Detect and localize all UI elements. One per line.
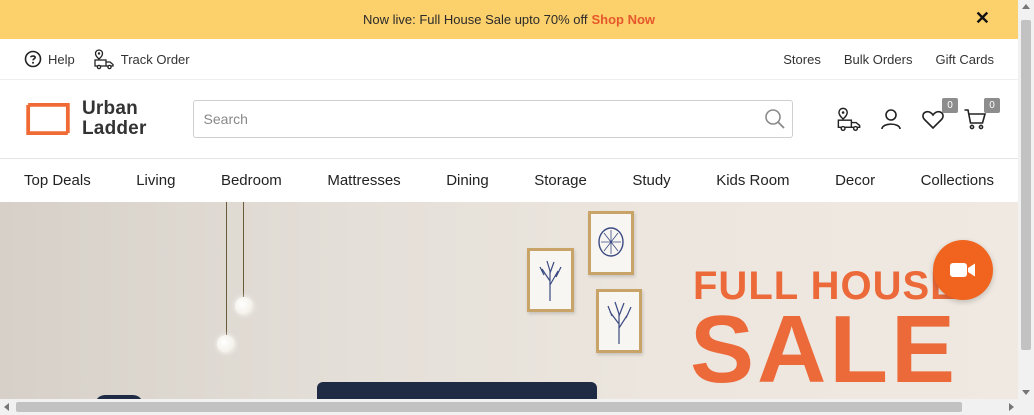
search-icon	[764, 109, 785, 129]
sofa	[317, 382, 597, 399]
cart-button[interactable]: 0	[962, 98, 1000, 132]
nav-item-decor[interactable]: Decor	[835, 172, 875, 189]
logo-mark-icon	[26, 102, 70, 136]
promo-bar: Now live: Full House Sale upto 70% off S…	[0, 0, 1018, 39]
horizontal-scroll-thumb[interactable]	[16, 402, 962, 412]
pendant-bulb	[217, 335, 235, 353]
utility-left: Help Track Order	[24, 48, 190, 70]
shop-now-link[interactable]: Shop Now	[591, 12, 655, 27]
help-link[interactable]: Help	[24, 50, 75, 68]
nav-item-living[interactable]: Living	[136, 172, 175, 189]
cart-count-badge: 0	[984, 98, 1000, 113]
vertical-scrollbar[interactable]	[1018, 0, 1034, 399]
track-order-button[interactable]	[836, 106, 862, 132]
coral-art-icon	[607, 301, 632, 344]
nav-item-bedroom[interactable]: Bedroom	[221, 172, 282, 189]
delivery-truck-icon	[94, 49, 114, 70]
search-input[interactable]	[193, 101, 758, 137]
nav-item-kids-room[interactable]: Kids Room	[716, 172, 789, 189]
vertical-scroll-thumb[interactable]	[1021, 20, 1031, 350]
horizontal-scrollbar[interactable]	[0, 399, 1034, 415]
search-button[interactable]	[758, 101, 792, 137]
wall-art-frame	[596, 289, 642, 353]
video-camera-icon	[950, 263, 975, 277]
category-nav: Top Deals Living Bedroom Mattresses Dini…	[0, 159, 1018, 202]
nav-item-dining[interactable]: Dining	[446, 172, 489, 189]
pendant-cord	[226, 202, 227, 337]
wishlist-button[interactable]: 0	[920, 98, 958, 132]
bulk-orders-link[interactable]: Bulk Orders	[844, 52, 913, 67]
nav-item-collections[interactable]: Collections	[921, 172, 994, 189]
pendant-bulb	[235, 297, 253, 315]
account-button[interactable]	[878, 106, 904, 132]
wall-art-frame	[527, 248, 574, 312]
utility-right: Stores Bulk Orders Gift Cards	[783, 52, 994, 67]
close-promo-button[interactable]: ✕	[975, 9, 990, 27]
header-icons: 0 0	[836, 98, 1000, 132]
logo-line-1: Urban	[82, 98, 138, 119]
video-call-button[interactable]	[933, 240, 993, 300]
promo-text: Now live: Full House Sale upto 70% off	[362, 12, 588, 27]
hero-headline-big: SALE	[690, 296, 959, 399]
scroll-down-arrow-icon[interactable]	[1022, 390, 1030, 395]
coral-art-icon	[598, 227, 624, 257]
help-icon	[24, 50, 42, 68]
wishlist-count-badge: 0	[942, 98, 958, 113]
nav-item-storage[interactable]: Storage	[534, 172, 587, 189]
nav-item-top-deals[interactable]: Top Deals	[24, 172, 91, 189]
stores-link[interactable]: Stores	[783, 52, 821, 67]
logo-line-2: Ladder	[82, 118, 147, 139]
wall-art-frame	[588, 211, 634, 275]
gift-cards-link[interactable]: Gift Cards	[935, 52, 994, 67]
track-order-link[interactable]: Track Order	[93, 48, 190, 70]
logo-text: Urban Ladder	[82, 99, 147, 139]
scroll-up-arrow-icon[interactable]	[1022, 4, 1030, 9]
track-order-label: Track Order	[120, 51, 190, 67]
search-bar	[192, 100, 793, 138]
hero-banner[interactable]: FULL HOUSE SALE	[0, 202, 1018, 399]
main-header: Urban Ladder Search 0 0	[0, 80, 1018, 159]
nav-item-mattresses[interactable]: Mattresses	[327, 172, 400, 189]
scroll-left-arrow-icon[interactable]	[4, 403, 9, 411]
user-icon	[881, 109, 901, 130]
nav-item-study[interactable]: Study	[632, 172, 670, 189]
logo[interactable]: Urban Ladder	[24, 99, 147, 139]
utility-bar: Help Track Order Stores Bulk Orders Gift…	[0, 39, 1018, 80]
scroll-right-arrow-icon[interactable]	[1009, 403, 1014, 411]
pendant-cord	[243, 202, 244, 297]
coral-art-icon	[539, 260, 562, 301]
help-label: Help	[48, 51, 75, 67]
delivery-truck-icon	[837, 107, 861, 132]
